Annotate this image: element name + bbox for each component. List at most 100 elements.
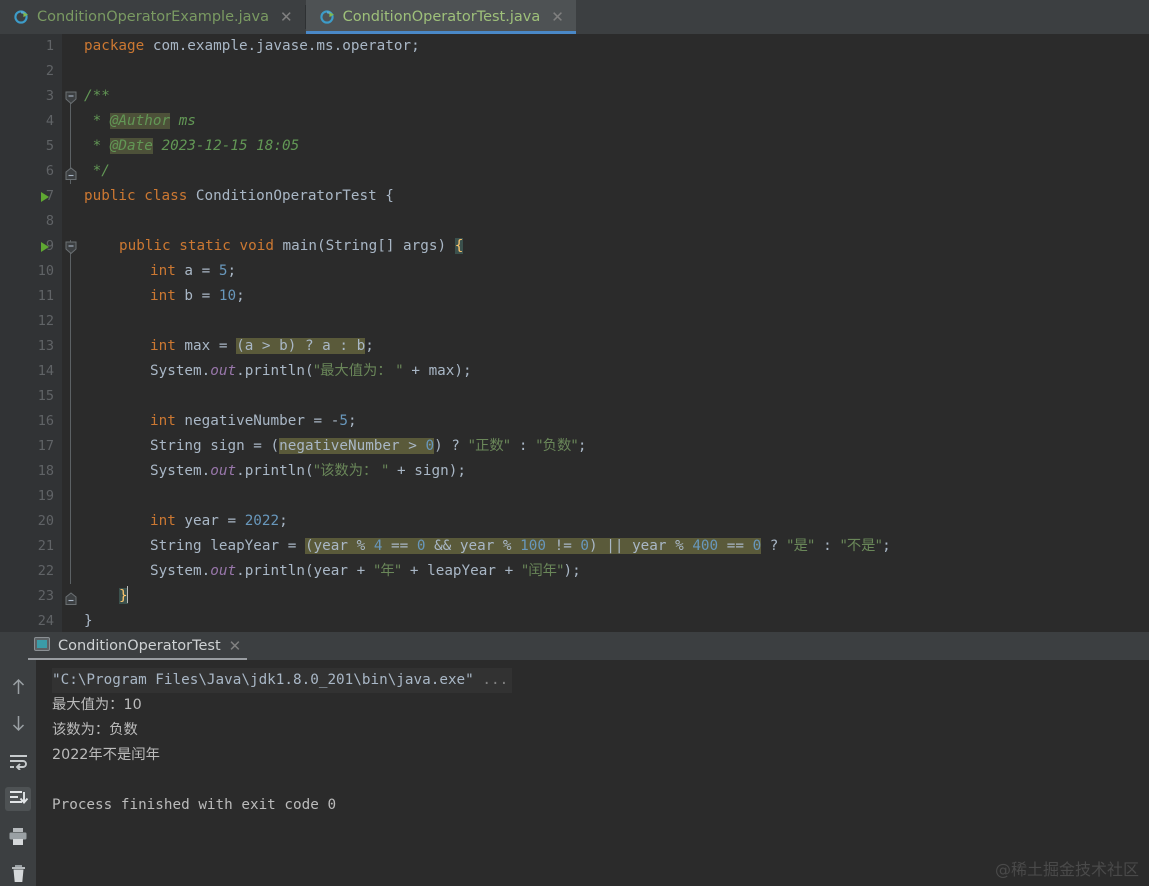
code-fold-icon[interactable] [65, 90, 77, 105]
keyword-package: package [84, 38, 145, 54]
semicolon: ; [347, 413, 357, 429]
editor-gutter[interactable]: 1 2 3 4 5 6 7 8 9 10 11 12 13 14 15 16 1… [0, 34, 62, 632]
leapyear-op-eq2: == [718, 538, 753, 554]
code-line-5: * @Date 2023-12-15 18:05 [84, 134, 299, 159]
line-number: 3 [45, 88, 54, 104]
package-name: com.example.javase.ms.operator; [144, 38, 420, 54]
console-toolbar [0, 660, 36, 886]
code-editor[interactable]: 1 2 3 4 5 6 7 8 9 10 11 12 13 14 15 16 1… [0, 34, 1149, 632]
leapyear-op-neq: != [545, 538, 581, 554]
console-output[interactable]: "C:\Program Files\Java\jdk1.8.0_201\bin\… [36, 660, 1149, 886]
ternary-expression-highlight: (a > b) ? a : b [236, 338, 366, 354]
close-icon[interactable]: ✕ [551, 9, 564, 25]
ternary-question: ) ? [434, 438, 469, 454]
code-line-18: System.out.println("该数为： " + sign); [150, 459, 466, 484]
string-literal: "该数为： " [313, 463, 389, 479]
system-ref: System. [150, 563, 211, 579]
ternary-colon: : [814, 538, 841, 554]
editor-tab-label: ConditionOperatorTest.java [342, 9, 541, 25]
line-number: 13 [37, 338, 54, 354]
clear-all-icon[interactable] [5, 862, 31, 886]
console-window-icon [34, 637, 50, 655]
code-line-9: public static void main(String[] args) { [119, 234, 464, 259]
code-line-21: String leapYear = (year % 4 == 0 && year… [150, 534, 891, 559]
ternary-colon: : [510, 438, 537, 454]
var-decl: a = [175, 263, 219, 279]
line-number: 17 [37, 438, 54, 454]
code-line-24: } [84, 609, 93, 632]
var-decl: b = [175, 288, 219, 304]
string-literal-leap: "闰年" [521, 563, 564, 579]
system-ref: System. [150, 363, 211, 379]
code-text-area[interactable]: package com.example.javase.ms.operator; … [84, 34, 1149, 632]
line-number: 4 [45, 113, 54, 129]
editor-fold-strip[interactable] [62, 34, 84, 632]
code-fold-icon[interactable] [65, 591, 77, 605]
scroll-to-end-icon[interactable] [5, 786, 31, 811]
println-call: .println(year + [236, 563, 374, 579]
code-line-17: String sign = (negativeNumber > 0) ? "正数… [150, 434, 586, 459]
line-number: 6 [45, 163, 54, 179]
semicolon: ; [236, 288, 245, 304]
run-gutter-icon[interactable] [39, 184, 51, 209]
javadoc-close: */ [84, 163, 110, 179]
run-gutter-icon[interactable] [39, 234, 51, 259]
line-number: 20 [37, 513, 54, 529]
leapyear-or: ) || year % [589, 538, 693, 554]
semicolon: ; [365, 338, 374, 354]
method-modifiers: public static void [119, 238, 274, 254]
println-call: .println( [236, 463, 314, 479]
editor-tab-ConditionOperatorTest[interactable]: ConditionOperatorTest.java ✕ [305, 0, 577, 34]
editor-tab-ConditionOperatorExample[interactable]: ConditionOperatorExample.java ✕ [0, 0, 305, 34]
close-icon[interactable]: ✕ [280, 9, 293, 25]
code-line-20: int year = 2022; [150, 509, 288, 534]
code-line-16: int negativeNumber = -5; [150, 409, 357, 434]
code-line-3: /** [84, 84, 110, 109]
javadoc-author-tag: @Author [109, 113, 171, 129]
number-literal: 10 [218, 288, 237, 304]
leapyear-num-0c: 0 [752, 538, 762, 554]
string-literal-positive: "正数" [468, 438, 511, 454]
leapyear-and: && year % [425, 538, 521, 554]
code-line-7: public class ConditionOperatorTest { [84, 184, 394, 209]
console-line-max: 最大值为：10 [52, 697, 142, 713]
javadoc-star: * [84, 138, 110, 154]
leapyear-num-400: 400 [692, 538, 719, 554]
scroll-down-icon[interactable] [5, 712, 31, 737]
console-line-exit: Process finished with exit code 0 [52, 797, 337, 813]
console-tab[interactable]: ConditionOperatorTest ✕ [28, 632, 248, 660]
java-class-icon [319, 9, 336, 25]
field-out: out [210, 463, 237, 479]
print-icon[interactable] [5, 824, 31, 849]
string-literal-no: "不是" [840, 538, 883, 554]
condition-number: 0 [425, 438, 435, 454]
line-number: 18 [37, 463, 54, 479]
javadoc-open: /** [84, 88, 110, 104]
code-line-14: System.out.println("最大值为： " + max); [150, 359, 472, 384]
editor-tab-label: ConditionOperatorExample.java [37, 9, 269, 25]
watermark: @稀土掘金技术社区 [994, 860, 1139, 879]
code-line-10: int a = 5; [150, 259, 236, 284]
line-number: 8 [45, 213, 54, 229]
line-number: 21 [37, 538, 54, 554]
concat-expr: + max); [402, 363, 472, 379]
code-fold-icon[interactable] [65, 166, 77, 180]
semicolon: ; [279, 513, 288, 529]
keyword-public: public [84, 188, 136, 204]
line-number: 12 [37, 313, 54, 329]
scroll-up-icon[interactable] [5, 674, 31, 699]
string-var-decl: String leapYear = [150, 538, 305, 554]
code-line-13: int max = (a > b) ? a : b; [150, 334, 374, 359]
keyword-int: int [150, 413, 176, 429]
soft-wrap-icon[interactable] [5, 749, 31, 774]
code-fold-icon[interactable] [65, 240, 77, 255]
leapyear-num-0b: 0 [580, 538, 590, 554]
line-number: 16 [37, 413, 54, 429]
number-literal: 5 [339, 413, 348, 429]
line-number: 15 [37, 388, 54, 404]
closing-brace: } [84, 613, 93, 629]
close-icon[interactable]: ✕ [229, 637, 242, 655]
keyword-class: class [144, 188, 188, 204]
javadoc-star: * [84, 113, 110, 129]
